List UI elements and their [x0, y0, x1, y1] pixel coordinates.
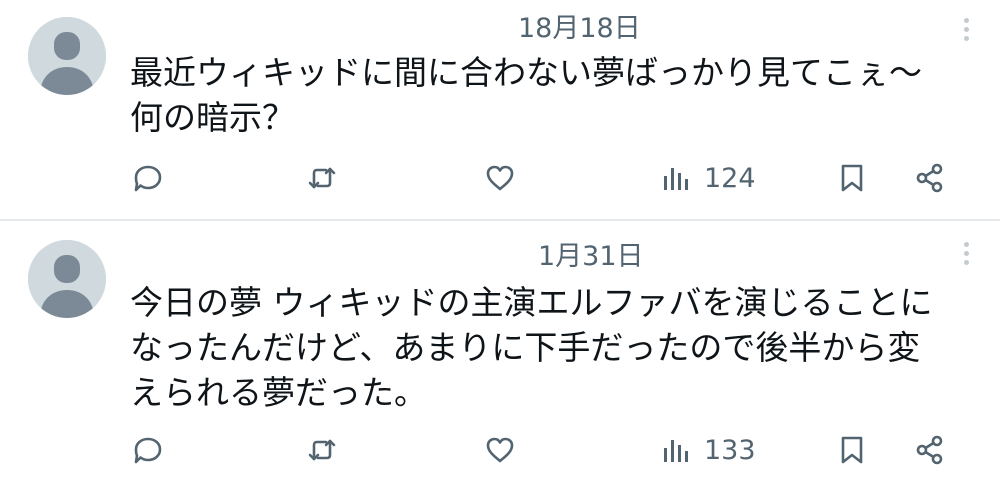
views-button[interactable]: 124 [660, 158, 756, 198]
share-button[interactable] [914, 430, 946, 470]
action-bar: 124 [0, 158, 1000, 198]
post-text-line: 何の暗示？ [130, 98, 295, 137]
post-text-line: なったんだけど、あまりに下手だったので後半から変 [130, 328, 921, 367]
share-icon [916, 163, 943, 193]
repost-button[interactable] [306, 430, 338, 470]
bookmark-button[interactable] [836, 158, 868, 198]
post-date[interactable]: 18月18日 [518, 6, 641, 45]
default-avatar-icon [28, 240, 106, 318]
default-avatar-icon [28, 17, 106, 95]
post[interactable]: 1月31日 今日の夢 ウィキッドの主演エルファバを演じることに なったんだけど、… [0, 222, 1000, 491]
post-text: 今日の夢 ウィキッドの主演エルファバを演じることに なったんだけど、あまりに下手… [130, 280, 960, 415]
views-count: 133 [704, 434, 756, 466]
post-text-line: 最近ウィキッドに間に合わない夢ばっかり見てこぇ～ [130, 53, 922, 92]
heart-icon [486, 165, 514, 191]
reply-icon [134, 165, 162, 192]
reply-button[interactable] [132, 158, 164, 198]
bookmark-button[interactable] [836, 430, 868, 470]
views-chart-icon [664, 440, 688, 462]
heart-icon [486, 437, 514, 463]
action-bar: 133 [0, 430, 1000, 470]
views-count: 124 [704, 162, 756, 194]
post-date[interactable]: 1月31日 [538, 234, 644, 273]
repost-icon [308, 439, 336, 461]
post-text: 最近ウィキッドに間に合わない夢ばっかり見てこぇ～ 何の暗示？ [130, 50, 960, 140]
post-text-line: 今日の夢 ウィキッドの主演エルファバを演じることに [130, 283, 933, 322]
like-button[interactable] [484, 158, 516, 198]
share-button[interactable] [914, 158, 946, 198]
bookmark-icon [841, 164, 863, 192]
avatar[interactable] [28, 240, 106, 318]
reply-button[interactable] [132, 430, 164, 470]
views-button[interactable]: 133 [660, 430, 756, 470]
like-button[interactable] [484, 430, 516, 470]
more-vertical-icon[interactable] [964, 18, 970, 45]
repost-icon [308, 167, 336, 189]
post[interactable]: 18月18日 最近ウィキッドに間に合わない夢ばっかり見てこぇ～ 何の暗示？ 12… [0, 0, 1000, 220]
reply-icon [134, 437, 162, 464]
post-text-line: えられる夢だった。 [130, 373, 427, 412]
repost-button[interactable] [306, 158, 338, 198]
more-vertical-icon[interactable] [964, 242, 970, 269]
divider [0, 219, 1000, 221]
avatar[interactable] [28, 17, 106, 95]
views-chart-icon [664, 168, 688, 190]
bookmark-icon [841, 436, 863, 464]
share-icon [916, 435, 943, 465]
